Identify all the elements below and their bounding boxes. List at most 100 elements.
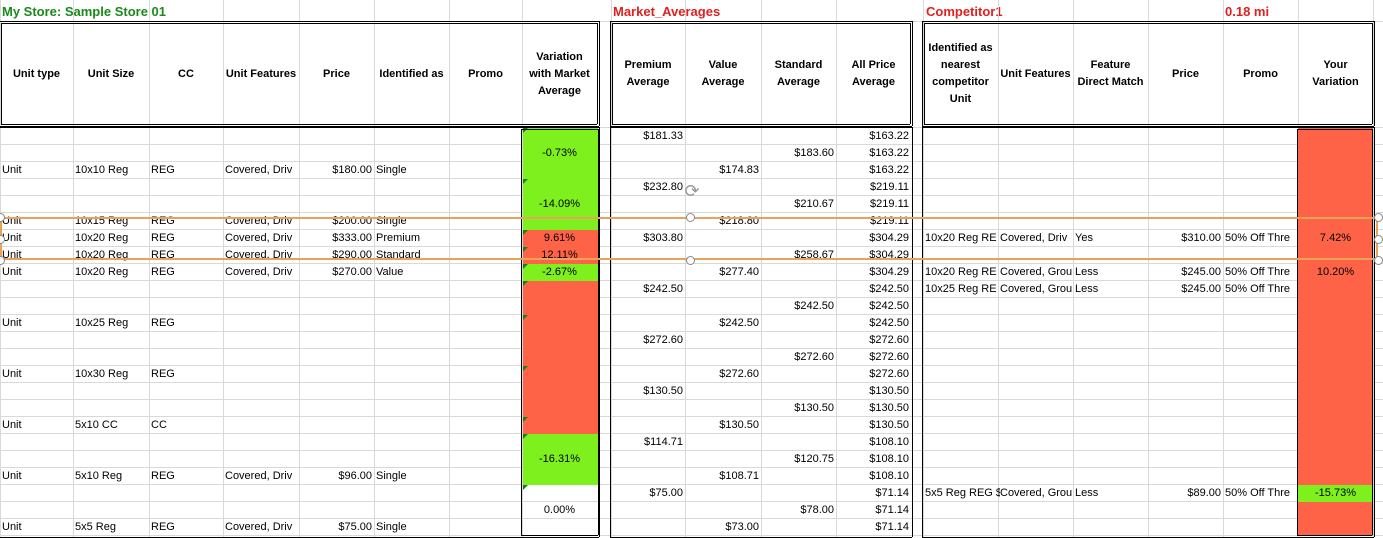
cell-val[interactable]: $272.60 (685, 366, 761, 383)
column-header[interactable]: Premium Average (611, 22, 685, 126)
cell-all[interactable]: $163.22 (836, 145, 911, 162)
cell-all[interactable]: $130.50 (836, 417, 911, 434)
cell-var[interactable]: -16.31% (522, 451, 597, 468)
column-header[interactable]: Your Variation (1298, 22, 1373, 126)
cell-us[interactable]: 10x25 Reg (73, 315, 151, 332)
column-header[interactable]: Unit Features (998, 22, 1073, 126)
cell-cc[interactable]: REG (149, 315, 225, 332)
cell-cc[interactable]: REG (149, 366, 225, 383)
cell-price[interactable]: $270.00 (299, 264, 374, 281)
resize-handle[interactable] (1374, 256, 1383, 265)
cell-all[interactable]: $130.50 (836, 400, 911, 417)
spreadsheet-grid[interactable]: My Store: Sample Store 01 Market_Average… (0, 0, 1383, 538)
cell-std[interactable]: $183.60 (761, 145, 836, 162)
cell-all[interactable]: $108.10 (836, 468, 911, 485)
cell-all[interactable]: $71.14 (836, 519, 911, 536)
cell-price[interactable]: $180.00 (299, 162, 374, 179)
cell-var[interactable]: 0.00% (522, 502, 597, 519)
column-header[interactable]: Promo (1223, 22, 1298, 126)
column-header[interactable]: Identified as (374, 22, 449, 126)
cell-prem[interactable]: $114.71 (611, 434, 685, 451)
cell-us[interactable]: 10x30 Reg (73, 366, 151, 383)
cell-ut[interactable]: Unit (0, 264, 75, 281)
cell-price[interactable]: $75.00 (299, 519, 374, 536)
cell-cc[interactable]: REG (149, 519, 225, 536)
cell-all[interactable]: $219.11 (836, 196, 911, 213)
cell-val[interactable]: $277.40 (685, 264, 761, 281)
cell-all[interactable]: $71.14 (836, 502, 911, 519)
cell-cfeat[interactable]: Covered, Grou (998, 485, 1075, 502)
cell-feat[interactable]: Covered, Driv (223, 264, 301, 281)
column-header[interactable]: Standard Average (761, 22, 836, 126)
cell-price[interactable]: $96.00 (299, 468, 374, 485)
cell-cfeat[interactable]: Covered, Grou (998, 264, 1075, 281)
cell-us[interactable]: 10x20 Reg (73, 264, 151, 281)
cell-comp[interactable]: 5x5 Reg REG $ (923, 485, 1000, 502)
cell-all[interactable]: $108.10 (836, 434, 911, 451)
cell-us[interactable]: 5x10 CC (73, 417, 151, 434)
cell-cc[interactable]: REG (149, 468, 225, 485)
cell-ut[interactable]: Unit (0, 315, 75, 332)
cell-cfeat[interactable]: Covered, Grou (998, 281, 1075, 298)
cell-all[interactable]: $71.14 (836, 485, 911, 502)
cell-all[interactable]: $242.50 (836, 281, 911, 298)
cell-std[interactable]: $210.67 (761, 196, 836, 213)
cell-var[interactable]: -0.73% (522, 145, 597, 162)
cell-val[interactable]: $73.00 (685, 519, 761, 536)
cell-id[interactable]: Single (374, 162, 451, 179)
cell-yvar[interactable]: 10.20% (1298, 264, 1373, 281)
cell-cprice[interactable]: $89.00 (1148, 485, 1223, 502)
cell-prem[interactable]: $242.50 (611, 281, 685, 298)
cell-match[interactable]: Less (1073, 281, 1150, 298)
cell-all[interactable]: $242.50 (836, 298, 911, 315)
shape-selection-box[interactable] (0, 217, 1378, 260)
column-header[interactable]: Unit type (0, 22, 73, 126)
cell-std[interactable]: $242.50 (761, 298, 836, 315)
cell-cprice[interactable]: $245.00 (1148, 281, 1223, 298)
cell-var[interactable]: -14.09% (522, 196, 597, 213)
cell-us[interactable]: 10x10 Reg (73, 162, 151, 179)
cell-var[interactable]: -2.67% (522, 264, 597, 281)
cell-ut[interactable]: Unit (0, 519, 75, 536)
column-header[interactable]: Unit Size (73, 22, 149, 126)
cell-feat[interactable]: Covered, Driv (223, 468, 301, 485)
cell-cc[interactable]: REG (149, 162, 225, 179)
cell-id[interactable]: Value (374, 264, 451, 281)
column-header[interactable]: CC (149, 22, 223, 126)
column-header[interactable]: Promo (449, 22, 522, 126)
rotate-handle-icon[interactable]: ⟳ (682, 181, 702, 201)
cell-all[interactable]: $219.11 (836, 179, 911, 196)
cell-ut[interactable]: Unit (0, 468, 75, 485)
column-header[interactable]: All Price Average (836, 22, 911, 126)
cell-match[interactable]: Less (1073, 264, 1150, 281)
cell-val[interactable]: $130.50 (685, 417, 761, 434)
cell-comp[interactable]: 10x25 Reg RE (923, 281, 1000, 298)
cell-prem[interactable]: $75.00 (611, 485, 685, 502)
cell-match[interactable]: Less (1073, 485, 1150, 502)
cell-feat[interactable]: Covered, Driv (223, 519, 301, 536)
cell-yvar[interactable]: -15.73% (1298, 485, 1373, 502)
cell-all[interactable]: $130.50 (836, 383, 911, 400)
cell-prem[interactable]: $181.33 (611, 128, 685, 145)
cell-all[interactable]: $163.22 (836, 162, 911, 179)
cell-val[interactable]: $242.50 (685, 315, 761, 332)
cell-prem[interactable]: $232.80 (611, 179, 685, 196)
cell-all[interactable]: $304.29 (836, 264, 911, 281)
resize-handle[interactable] (1374, 234, 1383, 244)
cell-us[interactable]: 5x10 Reg (73, 468, 151, 485)
cell-all[interactable]: $108.10 (836, 451, 911, 468)
resize-handle[interactable] (686, 213, 695, 222)
cell-promo[interactable]: 50% Off Thre (1223, 281, 1300, 298)
cell-all[interactable]: $272.60 (836, 366, 911, 383)
cell-std[interactable]: $120.75 (761, 451, 836, 468)
column-header[interactable]: Unit Features (223, 22, 299, 126)
column-header[interactable]: Feature Direct Match (1073, 22, 1148, 126)
cell-std[interactable]: $78.00 (761, 502, 836, 519)
cell-ut[interactable]: Unit (0, 162, 75, 179)
cell-id[interactable]: Single (374, 468, 451, 485)
cell-comp[interactable]: 10x20 Reg RE (923, 264, 1000, 281)
cell-all[interactable]: $163.22 (836, 128, 911, 145)
cell-feat[interactable]: Covered, Driv (223, 162, 301, 179)
cell-all[interactable]: $242.50 (836, 315, 911, 332)
cell-val[interactable]: $174.83 (685, 162, 761, 179)
